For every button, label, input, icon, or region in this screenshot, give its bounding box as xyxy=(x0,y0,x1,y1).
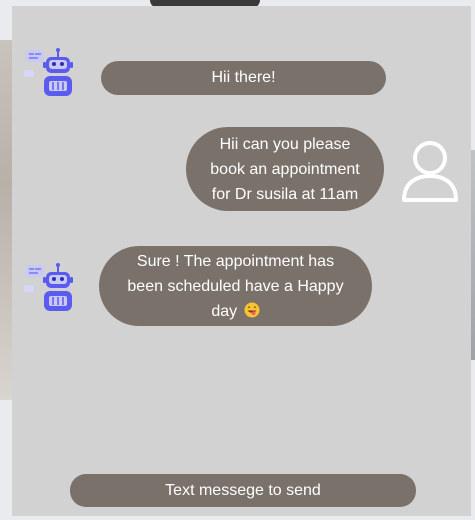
bot-message-line-text: day xyxy=(211,303,238,320)
user-message-line: book an appointment xyxy=(210,161,360,178)
message-input-placeholder: Text messege to send xyxy=(165,482,321,499)
user-message-line: Hii can you please xyxy=(219,136,351,153)
user-message-line: for Dr susila at 11am xyxy=(211,186,359,203)
robot-icon xyxy=(24,46,80,102)
bot-message-1: Hii there! xyxy=(101,61,386,95)
bot-message-1-text: Hii there! xyxy=(211,69,276,86)
user-icon xyxy=(399,138,461,204)
bot-message-line: day xyxy=(99,299,372,324)
bot-message-line: been scheduled have a Happy xyxy=(127,278,344,295)
user-message-1: Hii can you please book an appointment f… xyxy=(186,127,384,211)
message-input[interactable]: Text messege to send xyxy=(70,474,416,507)
chat-panel: Hii there! Hii can you please book an ap… xyxy=(12,6,471,516)
bot-message-2: Sure ! The appointment has been schedule… xyxy=(99,246,372,326)
smiling-face-with-tongue-icon xyxy=(244,301,260,318)
robot-icon xyxy=(24,261,80,317)
bot-message-line: Sure ! The appointment has xyxy=(136,253,335,270)
